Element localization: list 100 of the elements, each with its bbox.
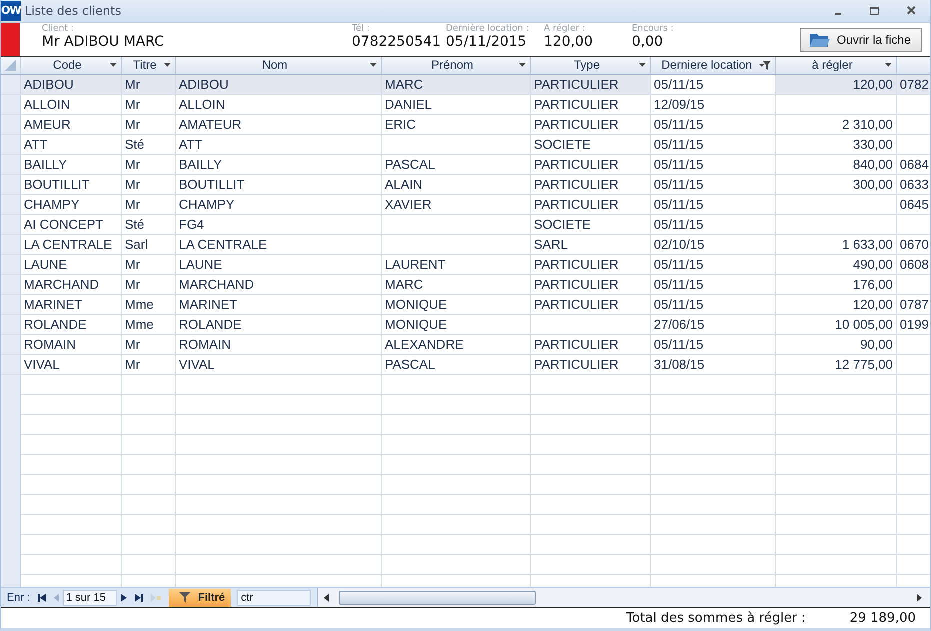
maximize-icon[interactable] xyxy=(870,6,879,15)
table-cell: Sarl xyxy=(122,234,176,254)
scroll-left-icon[interactable] xyxy=(324,594,330,602)
dropdown-arrow-icon[interactable] xyxy=(639,63,646,68)
dropdown-arrow-icon[interactable] xyxy=(519,63,526,68)
row-selector[interactable] xyxy=(1,174,21,194)
table-cell: 05/11/15 xyxy=(651,294,776,314)
dropdown-arrow-icon[interactable] xyxy=(164,63,171,68)
dropdown-arrow-icon[interactable] xyxy=(110,63,117,68)
row-selector[interactable] xyxy=(1,214,21,234)
table-cell: BAILLY xyxy=(21,154,122,174)
table-row[interactable]: AI CONCEPT Sté FG4 SOCIETE 05/11/15 xyxy=(1,214,930,235)
table-row[interactable]: BAILLY Mr BAILLY PASCAL PARTICULIER 05/11/15 840,00 0684 xyxy=(1,154,930,175)
table-cell: 02/10/15 xyxy=(651,234,776,254)
open-record-button[interactable]: Ouvrir la fiche xyxy=(800,28,922,52)
row-selector[interactable] xyxy=(1,334,21,354)
table-cell: Mme xyxy=(122,314,176,334)
table-cell: PARTICULIER xyxy=(531,334,651,354)
table-cell: 176,00 xyxy=(776,274,897,294)
row-selector[interactable] xyxy=(1,314,21,334)
table-cell: LA CENTRALE xyxy=(176,234,382,254)
table-cell: 2 310,00 xyxy=(776,114,897,134)
last-record-icon[interactable] xyxy=(135,594,144,602)
table-cell: Mr xyxy=(122,254,176,274)
table-row[interactable]: ROLANDE Mme ROLANDE MONIQUE 27/06/15 10 005,00 0199 xyxy=(1,314,930,335)
table-cell: PARTICULIER xyxy=(531,114,651,134)
filter-button[interactable]: Filtré xyxy=(169,588,232,607)
row-selector[interactable] xyxy=(1,94,21,114)
row-selector[interactable] xyxy=(1,74,21,94)
search-field[interactable]: ctr xyxy=(237,590,312,606)
table-row[interactable]: AMEUR Mr AMATEUR ERIC PARTICULIER 05/11/15 2 310,00 xyxy=(1,114,930,135)
previous-record-icon[interactable] xyxy=(54,594,60,602)
table-cell: 0787 xyxy=(897,294,930,314)
column-header[interactable]: Code xyxy=(21,56,122,74)
table-cell: MARINET xyxy=(21,294,122,314)
select-all-icon[interactable] xyxy=(5,60,16,71)
table-cell: BOUTILLIT xyxy=(176,174,382,194)
table-cell: ALLOIN xyxy=(21,94,122,114)
row-selector[interactable] xyxy=(1,154,21,174)
table-cell: 120,00 xyxy=(776,74,897,94)
table-cell: ROLANDE xyxy=(176,314,382,334)
table-row[interactable]: ADIBOU Mr ADIBOU MARC PARTICULIER 05/11/15 120,00 0782 xyxy=(1,74,930,95)
column-header[interactable]: Type xyxy=(531,56,651,74)
column-header[interactable]: Titre xyxy=(122,56,176,74)
table-row[interactable]: MARCHAND Mr MARCHAND MARC PARTICULIER 05/11/15 176,00 xyxy=(1,274,930,295)
funnel-icon xyxy=(179,592,192,604)
table-cell: ALAIN xyxy=(382,174,531,194)
table-row[interactable]: ATT Sté ATT SOCIETE 05/11/15 330,00 xyxy=(1,134,930,155)
table-cell: MONIQUE xyxy=(382,314,531,334)
window-title: Liste des clients xyxy=(25,4,122,18)
table-cell: LAUNE xyxy=(21,254,122,274)
column-header[interactable]: à régler xyxy=(776,56,897,74)
row-selector[interactable] xyxy=(1,354,21,374)
row-selector[interactable] xyxy=(1,254,21,274)
table-cell: PASCAL xyxy=(382,354,531,374)
table-cell: 05/11/15 xyxy=(651,254,776,274)
row-selector[interactable] xyxy=(1,234,21,254)
table-cell: LA CENTRALE xyxy=(21,234,122,254)
table-cell: PARTICULIER xyxy=(531,294,651,314)
table-cell: PARTICULIER xyxy=(531,254,651,274)
record-label: Enr : xyxy=(6,592,32,604)
dropdown-arrow-icon[interactable] xyxy=(370,63,377,68)
table-cell: MARC xyxy=(382,74,531,94)
table-row[interactable]: ROMAIN Mr ROMAIN ALEXANDRE PARTICULIER 05/11/15 90,00 xyxy=(1,334,930,355)
table-cell: PARTICULIER xyxy=(531,354,651,374)
horizontal-scrollbar[interactable] xyxy=(317,588,930,608)
table-cell: BOUTILLIT xyxy=(21,174,122,194)
record-field[interactable]: 1 sur 15 xyxy=(63,590,118,606)
table-cell: 0633 xyxy=(897,174,930,194)
table-cell: BAILLY xyxy=(176,154,382,174)
table-cell: 120,00 xyxy=(776,294,897,314)
table-row[interactable]: BOUTILLIT Mr BOUTILLIT ALAIN PARTICULIER 05/11/15 300,00 0633 xyxy=(1,174,930,195)
row-selector[interactable] xyxy=(1,114,21,134)
column-header[interactable]: Nom xyxy=(176,56,382,74)
table-row[interactable]: LA CENTRALE Sarl LA CENTRALE SARL 02/10/15 1 633,00 0670 xyxy=(1,234,930,255)
scrollbar-thumb[interactable] xyxy=(339,590,536,605)
table-cell: Sté xyxy=(122,134,176,154)
total-value: 29 189,00 xyxy=(848,610,917,626)
table-cell: 05/11/15 xyxy=(651,174,776,194)
row-selector[interactable] xyxy=(1,194,21,214)
column-header[interactable]: Prénom xyxy=(382,56,531,74)
row-selector[interactable] xyxy=(1,134,21,154)
column-header[interactable]: Derniere location xyxy=(651,56,776,74)
table-row[interactable]: ALLOIN Mr ALLOIN DANIEL PARTICULIER 12/09/15 xyxy=(1,94,930,115)
table-cell: LAUNE xyxy=(176,254,382,274)
table-row[interactable]: MARINET Mme MARINET MONIQUE PARTICULIER 05/11/15 120,00 0787 xyxy=(1,294,930,315)
table-row[interactable]: CHAMPY Mr CHAMPY XAVIER PARTICULIER 05/11/15 0645 xyxy=(1,194,930,215)
filter-icon[interactable] xyxy=(759,60,771,70)
row-selector[interactable] xyxy=(1,294,21,314)
close-icon[interactable] xyxy=(907,6,916,16)
table-cell: ADIBOU xyxy=(21,74,122,94)
table-row[interactable]: LAUNE Mr LAUNE LAURENT PARTICULIER 05/11/15 490,00 0608 xyxy=(1,254,930,275)
folder-icon xyxy=(808,32,831,48)
row-selector[interactable] xyxy=(1,274,21,294)
next-record-icon[interactable] xyxy=(121,594,128,602)
dropdown-arrow-icon[interactable] xyxy=(885,63,892,68)
first-record-icon[interactable] xyxy=(38,594,46,602)
table-cell: PARTICULIER xyxy=(531,154,651,174)
new-record-icon[interactable] xyxy=(151,594,162,602)
scroll-right-icon[interactable] xyxy=(917,594,922,602)
